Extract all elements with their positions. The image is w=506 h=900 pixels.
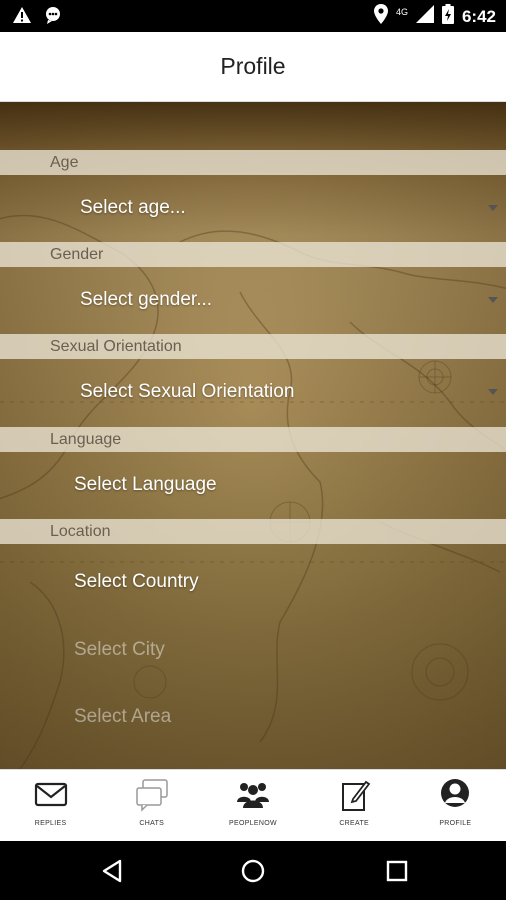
nav-label-peoplenow: PEOPLENOW (229, 820, 277, 827)
app-bar: Profile (0, 32, 506, 102)
orientation-section-header: Sexual Orientation (0, 334, 506, 359)
area-select[interactable]: Select Area (0, 684, 506, 750)
profile-form: Age Select age... Gender Select gender..… (0, 102, 506, 769)
nav-label-profile: PROFILE (439, 820, 472, 827)
notification-icon (44, 6, 64, 29)
orientation-select-value: Select Sexual Orientation (80, 381, 295, 402)
language-select[interactable]: Select Language (0, 452, 506, 518)
location-header-label: Location (50, 522, 111, 540)
network-type-label: 4G (395, 6, 408, 17)
nav-label-replies: REPLIES (34, 820, 67, 827)
nav-item-replies[interactable]: REPLIES (0, 770, 101, 842)
age-select[interactable]: Select age... (0, 175, 506, 241)
status-bar: 4G 6:42 (0, 0, 506, 32)
page-title: Profile (220, 53, 286, 79)
nav-item-profile[interactable]: PROFILE (405, 770, 506, 842)
country-select-value: Select Country (74, 571, 199, 592)
dropdown-arrow-icon (488, 389, 498, 395)
gender-select[interactable]: Select gender... (0, 267, 506, 333)
battery-icon (441, 4, 454, 29)
dropdown-arrow-icon (488, 205, 498, 211)
gender-header-label: Gender (50, 245, 104, 263)
status-bar-left (12, 6, 64, 29)
nav-label-create: CREATE (339, 820, 369, 827)
country-select[interactable]: Select Country (0, 549, 506, 615)
age-select-value: Select age... (80, 197, 186, 218)
signal-icon (415, 5, 434, 28)
dropdown-arrow-icon (488, 297, 498, 303)
system-navigation-bar (0, 841, 506, 900)
nav-label-chats: CHATS (139, 820, 165, 827)
language-section-header: Language (0, 427, 506, 452)
bottom-navigation: REPLIES CHATS PEOPLENOW CREATE PROFILE (0, 769, 506, 841)
language-select-value: Select Language (74, 474, 217, 495)
nav-item-chats[interactable]: CHATS (101, 770, 202, 842)
recents-icon[interactable] (384, 858, 410, 884)
person-icon (441, 779, 470, 807)
chat-bubbles-icon (136, 779, 168, 812)
edit-icon (342, 780, 371, 811)
age-header-label: Age (50, 153, 79, 171)
warning-icon (12, 6, 32, 29)
language-header-label: Language (50, 430, 122, 448)
gender-section-header: Gender (0, 242, 506, 267)
status-bar-right: 4G 6:42 (373, 4, 496, 29)
orientation-header-label: Sexual Orientation (50, 337, 182, 355)
status-time: 6:42 (461, 6, 496, 26)
home-icon[interactable] (240, 858, 266, 884)
location-icon (373, 4, 388, 29)
nav-item-create[interactable]: CREATE (304, 770, 405, 842)
orientation-select[interactable]: Select Sexual Orientation (0, 359, 506, 425)
age-section-header: Age (0, 150, 506, 175)
back-icon[interactable] (99, 858, 125, 884)
city-select-value: Select City (74, 639, 165, 660)
nav-item-peoplenow[interactable]: PEOPLENOW (202, 770, 303, 842)
envelope-icon (34, 782, 67, 807)
people-group-icon (236, 783, 269, 808)
location-section-header: Location (0, 519, 506, 544)
gender-select-value: Select gender... (80, 289, 213, 310)
area-select-value: Select Area (74, 706, 172, 727)
city-select[interactable]: Select City (0, 617, 506, 683)
